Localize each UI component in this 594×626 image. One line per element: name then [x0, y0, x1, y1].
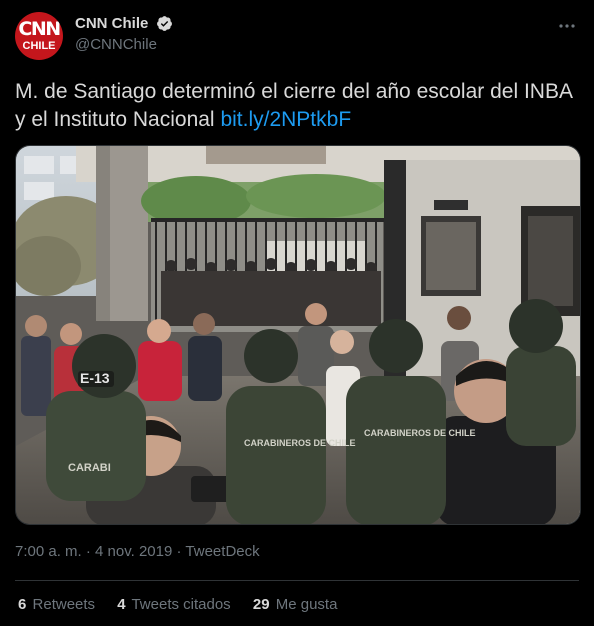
engagement-stats: 6 Retweets 4 Tweets citados 29 Me gusta	[18, 596, 355, 613]
quotes-label: Tweets citados	[131, 596, 231, 613]
author-names: CNN Chile @CNNChile	[75, 15, 173, 53]
author-display-name[interactable]: CNN Chile	[75, 15, 148, 32]
e13-patch-text: E-13	[80, 370, 110, 386]
quotes-count: 4	[117, 596, 126, 613]
more-options-icon[interactable]	[557, 16, 577, 36]
tweet-source[interactable]: TweetDeck	[185, 543, 259, 560]
quotes-stat[interactable]: 4 Tweets citados	[117, 596, 230, 613]
avatar[interactable]: CNN CHILE	[15, 12, 63, 60]
tweet-text: M. de Santiago determinó el cierre del a…	[15, 78, 580, 134]
vest-text-3: CARABI	[68, 462, 111, 474]
retweets-label: Retweets	[32, 596, 96, 613]
tweet-link[interactable]: bit.ly/2NPtkbF	[220, 108, 351, 131]
tweet-time[interactable]: 7:00 a. m.	[15, 543, 82, 560]
tweet-timestamp: 7:00 a. m. · 4 nov. 2019 · TweetDeck	[15, 543, 260, 560]
author-handle[interactable]: @CNNChile	[75, 36, 173, 53]
tweet-header: CNN CHILE CNN Chile @CNNChile	[15, 12, 585, 62]
likes-count: 29	[252, 596, 270, 613]
retweets-stat[interactable]: 6 Retweets	[18, 596, 95, 613]
likes-label: Me gusta	[275, 596, 338, 613]
verified-badge-icon	[156, 16, 172, 32]
avatar-logo-text: CNN	[18, 18, 61, 40]
avatar-logo-subtext: CHILE	[22, 40, 56, 52]
likes-stat[interactable]: 29 Me gusta	[253, 596, 338, 613]
photo-illustration: E-13 CARABINEROS DE CHILE CARABINEROS DE…	[16, 146, 580, 524]
meta-separator-2: ·	[176, 543, 182, 560]
retweets-count: 6	[18, 596, 27, 613]
vest-text-2: CARABINEROS DE CHILE	[364, 428, 476, 438]
vest-text-1: CARABINEROS DE CHILE	[244, 438, 356, 448]
meta-separator: ·	[85, 543, 91, 560]
divider	[15, 580, 579, 581]
tweet-photo[interactable]: E-13 CARABINEROS DE CHILE CARABINEROS DE…	[15, 145, 581, 525]
tweet-date[interactable]: 4 nov. 2019	[95, 543, 172, 560]
crowd	[161, 258, 381, 326]
